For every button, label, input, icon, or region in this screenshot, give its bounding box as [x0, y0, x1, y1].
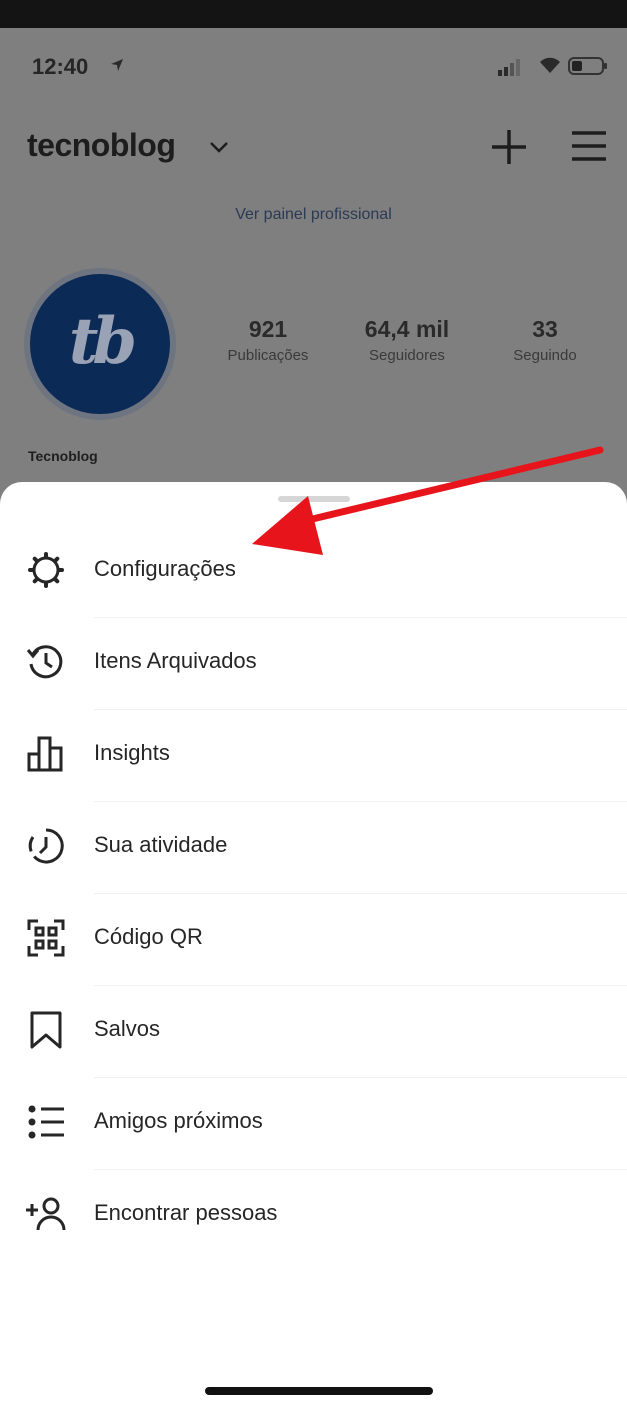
stat-value: 921	[248, 316, 288, 342]
close-friends-list-icon	[28, 1105, 64, 1139]
add-person-icon	[26, 1197, 66, 1231]
menu-item-label: Código QR	[94, 924, 203, 949]
avatar-logo-text: tb	[68, 304, 137, 379]
chevron-down-icon[interactable]	[208, 140, 230, 154]
home-indicator[interactable]	[205, 1387, 433, 1395]
bar-chart-icon	[27, 736, 63, 772]
signal-icon	[498, 59, 520, 76]
sheet-drag-handle[interactable]	[278, 496, 350, 502]
menu-item-label: Salvos	[94, 1016, 161, 1041]
location-arrow-icon	[111, 59, 123, 71]
display-name: Tecnoblog	[28, 448, 98, 464]
stat-value: 64,4 mil	[364, 316, 450, 342]
status-time: 12:40	[32, 54, 89, 79]
professional-panel-link[interactable]: Ver painel profissional	[0, 206, 627, 224]
menu-item-encontrar-pessoas[interactable]: Encontrar pessoas	[0, 1170, 627, 1262]
settings-gear-icon	[28, 552, 64, 588]
menu-item-label: Configurações	[94, 556, 236, 581]
menu-item-sua-atividade[interactable]: Sua atividade	[0, 802, 627, 894]
stat-label: Publicações	[227, 347, 309, 364]
wifi-icon	[540, 57, 560, 73]
stat-label: Seguidores	[369, 347, 445, 364]
bookmark-icon	[30, 1011, 62, 1049]
archive-history-icon	[26, 645, 63, 679]
menu-item-insights[interactable]: Insights	[0, 710, 627, 802]
qr-code-icon	[27, 919, 65, 957]
menu-item-codigo-qr[interactable]: Código QR	[0, 894, 627, 986]
stat-following[interactable]: 33 Seguindo	[490, 316, 600, 364]
top-black-bar	[0, 0, 627, 28]
stat-followers[interactable]: 64,4 mil Seguidores	[346, 316, 468, 364]
menu-item-label: Sua atividade	[94, 832, 228, 857]
menu-item-configuracoes[interactable]: Configurações	[0, 526, 627, 618]
menu-item-label: Insights	[94, 740, 170, 765]
account-name[interactable]: tecnoblog	[27, 127, 176, 164]
menu-item-salvos[interactable]: Salvos	[0, 986, 627, 1078]
hamburger-menu-icon[interactable]	[568, 126, 610, 166]
menu-item-label: Encontrar pessoas	[94, 1200, 278, 1225]
menu-item-label: Itens Arquivados	[94, 648, 257, 673]
stat-label: Seguindo	[513, 347, 577, 364]
plus-icon[interactable]	[488, 126, 530, 168]
menu-item-label: Amigos próximos	[94, 1108, 263, 1133]
stat-value: 33	[532, 316, 558, 342]
stat-posts[interactable]: 921 Publicações	[208, 316, 328, 364]
menu-item-itens-arquivados[interactable]: Itens Arquivados	[0, 618, 627, 710]
activity-clock-icon	[28, 828, 64, 864]
avatar[interactable]: tb	[24, 268, 176, 420]
menu-item-amigos-proximos[interactable]: Amigos próximos	[0, 1078, 627, 1170]
status-bar	[0, 28, 627, 108]
battery-icon	[568, 57, 607, 75]
